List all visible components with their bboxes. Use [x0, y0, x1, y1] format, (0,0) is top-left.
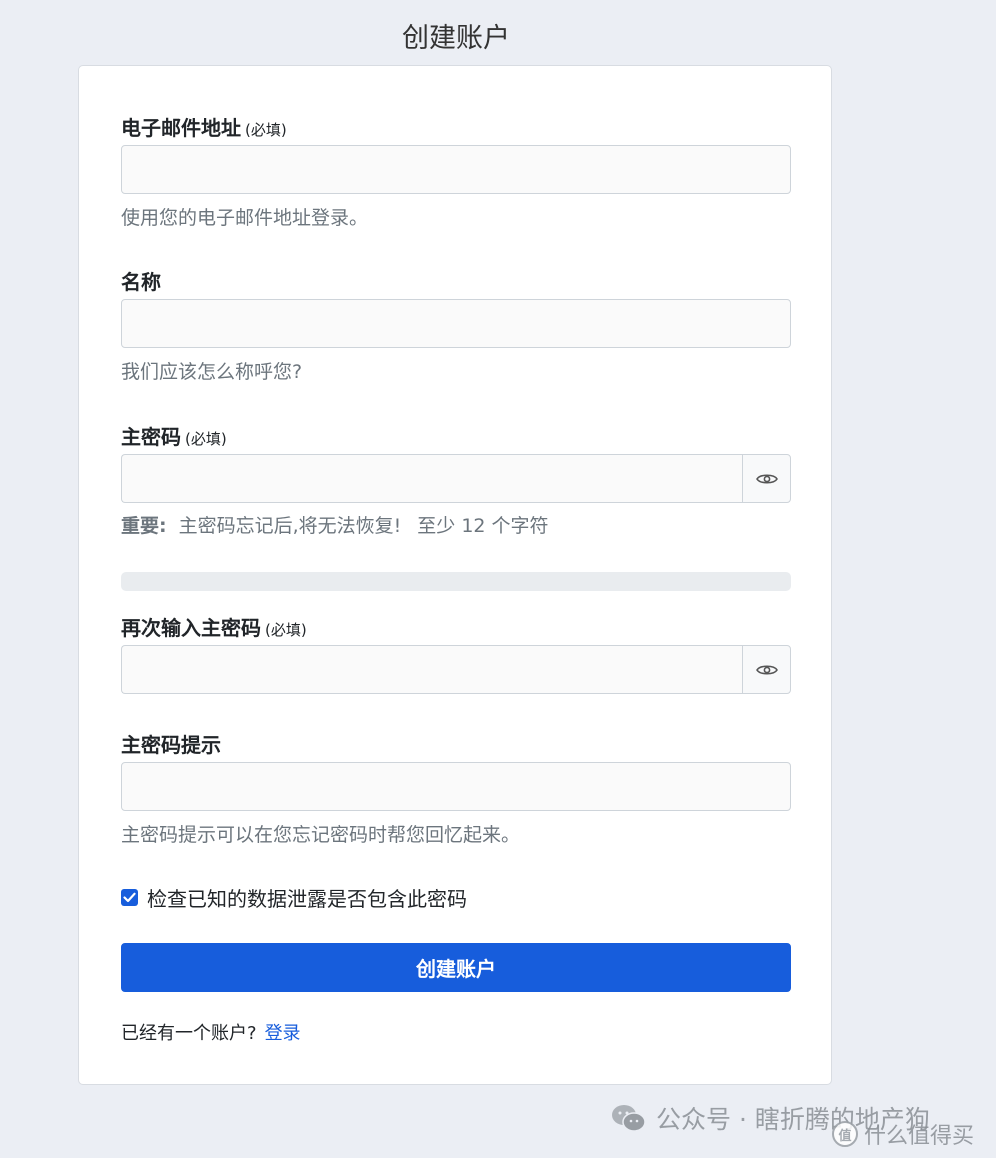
master-password-toggle-button[interactable]	[742, 454, 791, 503]
master-password-important-label: 重要:	[121, 515, 167, 537]
email-help-text: 使用您的电子邮件地址登录。	[121, 207, 369, 229]
password-hint-help-text: 主密码提示可以在您忘记密码时帮您回忆起来。	[121, 824, 521, 846]
master-password-warning-text: 主密码忘记后,将无法恢复!	[178, 515, 402, 537]
master-password-group	[121, 454, 791, 503]
login-prompt-text: 已经有一个账户?	[121, 1023, 257, 1044]
confirm-password-label: 再次输入主密码 (必填)	[121, 612, 307, 641]
password-hint-label: 主密码提示	[121, 729, 221, 758]
name-input[interactable]	[121, 299, 791, 348]
eye-icon	[755, 664, 778, 675]
breach-check-checkbox[interactable]	[121, 889, 138, 906]
login-link[interactable]: 登录	[265, 1023, 301, 1044]
name-label: 名称	[121, 266, 161, 295]
watermark-text-2: 什么值得买	[864, 1124, 975, 1149]
smzdm-badge: 值	[832, 1121, 858, 1147]
breach-check-row: 检查已知的数据泄露是否包含此密码	[121, 883, 467, 912]
page-title: 创建账户	[402, 23, 510, 54]
confirm-password-toggle-button[interactable]	[742, 645, 791, 694]
email-required-text: (必填)	[245, 121, 287, 139]
password-strength-bar	[121, 572, 791, 591]
master-password-label-text: 主密码	[121, 425, 181, 449]
login-row: 已经有一个账户? 登录	[121, 1019, 301, 1045]
master-password-min-length-text: 至少 12 个字符	[417, 515, 549, 537]
email-label: 电子邮件地址 (必填)	[121, 112, 287, 141]
breach-check-label[interactable]: 检查已知的数据泄露是否包含此密码	[147, 883, 467, 912]
create-account-button[interactable]: 创建账户	[121, 943, 791, 992]
eye-icon	[755, 473, 778, 484]
master-password-input[interactable]	[121, 454, 742, 503]
password-hint-label-text: 主密码提示	[121, 733, 221, 757]
password-hint-input[interactable]	[121, 762, 791, 811]
master-password-required-text: (必填)	[185, 430, 227, 448]
confirm-password-input[interactable]	[121, 645, 742, 694]
confirm-password-label-text: 再次输入主密码	[121, 616, 261, 640]
master-password-help: 重要: 主密码忘记后,将无法恢复! 至少 12 个字符	[121, 511, 549, 538]
master-password-label: 主密码 (必填)	[121, 421, 227, 450]
email-label-text: 电子邮件地址	[121, 116, 241, 140]
checkmark-icon	[123, 892, 136, 903]
smzdm-watermark: 值 什么值得买	[832, 1118, 974, 1150]
name-help-text: 我们应该怎么称呼您?	[121, 361, 303, 383]
wechat-icon	[612, 1105, 646, 1132]
confirm-password-group	[121, 645, 791, 694]
name-label-text: 名称	[121, 270, 161, 294]
email-input[interactable]	[121, 145, 791, 194]
confirm-password-required-text: (必填)	[265, 621, 307, 639]
